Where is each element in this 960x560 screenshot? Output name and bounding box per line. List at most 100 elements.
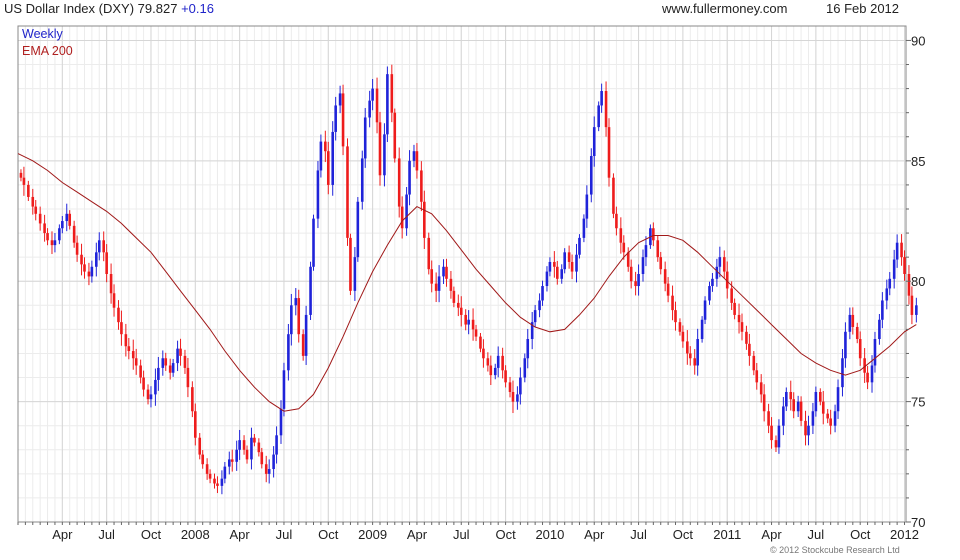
weekly-bar (434, 283, 438, 291)
weekly-bar (637, 274, 640, 287)
weekly-bar (560, 269, 564, 279)
weekly-bar (799, 401, 803, 421)
weekly-bar (58, 228, 61, 241)
weekly-bar (191, 387, 194, 412)
x-tick-label: Jul (98, 527, 115, 542)
weekly-bar (722, 257, 726, 272)
weekly-bar (459, 307, 463, 315)
weekly-bar (686, 341, 689, 354)
weekly-bar (264, 464, 268, 474)
weekly-bar (829, 418, 832, 426)
weekly-bar (567, 252, 571, 262)
weekly-bar (161, 358, 165, 368)
weekly-bar (19, 172, 23, 178)
weekly-bar (626, 252, 630, 267)
x-tick-label: 2008 (181, 527, 210, 542)
weekly-bar (545, 271, 549, 287)
weekly-bar (194, 411, 197, 438)
weekly-bar (752, 355, 756, 371)
weekly-bar (792, 399, 796, 412)
weekly-bar (634, 281, 637, 287)
weekly-bar (65, 213, 69, 222)
weekly-bar (666, 283, 670, 296)
weekly-bar (326, 151, 330, 185)
weekly-bar (589, 156, 593, 195)
weekly-bar (903, 257, 906, 274)
weekly-bar (46, 233, 49, 241)
weekly-bar (371, 88, 374, 101)
weekly-bar (245, 449, 249, 460)
weekly-bar (34, 206, 38, 214)
weekly-bar (759, 382, 763, 395)
weekly-bar (223, 466, 227, 479)
weekly-bar (907, 274, 911, 296)
weekly-bar (804, 420, 807, 436)
weekly-bar (718, 257, 722, 267)
weekly-bar (423, 201, 426, 238)
weekly-bar (748, 343, 751, 356)
weekly-bar (304, 314, 308, 356)
weekly-bar (858, 339, 862, 359)
weekly-bar (360, 158, 364, 202)
weekly-bar (157, 367, 160, 380)
weekly-bar (844, 331, 847, 359)
weekly-bar (363, 117, 367, 159)
weekly-bar (730, 288, 733, 303)
weekly-bar (75, 242, 79, 255)
weekly-bar (312, 218, 315, 267)
weekly-bar (139, 365, 142, 378)
weekly-bar (309, 266, 312, 315)
weekly-bar (427, 237, 431, 270)
weekly-bar (319, 141, 323, 171)
weekly-bar (745, 331, 748, 344)
weekly-bar (814, 391, 818, 412)
weekly-bar (755, 370, 759, 383)
weekly-bar (678, 322, 682, 332)
weekly-bar (154, 379, 157, 395)
weekly-bar (881, 300, 884, 320)
ema-200-line (17, 153, 917, 412)
weekly-bar (855, 326, 859, 340)
weekly-bar (267, 469, 271, 474)
legend-weekly: Weekly (22, 27, 63, 41)
weekly-bar (43, 223, 46, 234)
weekly-bar (526, 339, 530, 359)
weekly-bar (134, 358, 138, 366)
x-tick-label: Oct (850, 527, 871, 542)
weekly-bar (878, 319, 881, 340)
weekly-bar (600, 91, 603, 106)
weekly-bar (393, 112, 397, 159)
weekly-bar (708, 286, 711, 301)
weekly-bar (61, 221, 64, 229)
weekly-bar (486, 358, 490, 366)
weekly-bar (38, 213, 42, 224)
x-tick-label: Oct (673, 527, 694, 542)
weekly-bar (112, 293, 116, 308)
weekly-bar (563, 252, 566, 270)
weekly-bar (97, 240, 101, 253)
weekly-bar (383, 134, 386, 176)
weekly-bar (715, 266, 719, 279)
x-tick-label: Apr (761, 527, 782, 542)
weekly-bar (892, 259, 896, 279)
weekly-bar (127, 346, 131, 352)
weekly-bar (777, 425, 781, 448)
source-site[interactable]: www.fullermoney.com (662, 1, 787, 16)
weekly-bar (762, 394, 766, 412)
weekly-bar (604, 91, 608, 128)
weekly-bar (615, 213, 618, 229)
chart-date: 16 Feb 2012 (826, 1, 900, 16)
weekly-bar (183, 355, 187, 368)
price-chart[interactable]: 7075808590 Apr Jul Oct 2008 Apr Jul Oct 2009 Apr… (0, 0, 960, 560)
weekly-bar (523, 358, 527, 378)
weekly-bar (671, 295, 674, 311)
weekly-bar (397, 158, 401, 207)
weekly-bar (356, 201, 360, 258)
weekly-bar (124, 334, 128, 347)
x-tick-label: Oct (495, 527, 516, 542)
weekly-bar (31, 196, 35, 207)
weekly-bar (168, 365, 172, 373)
weekly-bar (663, 269, 667, 284)
x-axis: Apr Jul Oct 2008 Apr Jul Oct 2009 Apr Jul Oct 2010 A… (17, 522, 919, 542)
weekly-bar (915, 305, 918, 315)
